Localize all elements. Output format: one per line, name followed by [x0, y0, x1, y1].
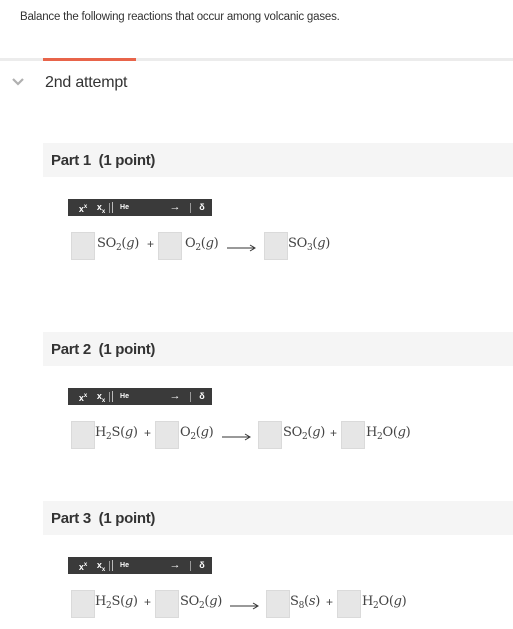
superscript-button[interactable]: xx	[76, 199, 90, 216]
editor-toolbar-1: xx xx He → δ	[68, 199, 212, 216]
species: H2O(g)	[366, 425, 411, 442]
part-3-header: Part 3 (1 point)	[43, 501, 513, 535]
delta-button[interactable]: δ	[196, 199, 208, 216]
editor-toolbar-2: xx xx He → δ	[68, 388, 212, 405]
subscript-button[interactable]: xx	[94, 557, 108, 574]
toolbar-separator	[109, 203, 110, 213]
coefficient-input[interactable]	[155, 590, 179, 618]
species: O2(g)	[185, 236, 219, 253]
attempt-tab-indicator	[43, 58, 136, 61]
species: SO2(g)	[283, 425, 325, 442]
species: S8(s)	[290, 594, 320, 611]
plus-sign: +	[144, 426, 152, 440]
element-button[interactable]: He	[112, 391, 136, 402]
coefficient-input[interactable]	[337, 590, 361, 618]
coefficient-input[interactable]	[71, 232, 95, 260]
coefficient-input[interactable]	[341, 421, 365, 449]
editor-toolbar-3: xx xx He → δ	[68, 557, 212, 574]
page: Balance the following reactions that occ…	[0, 0, 513, 629]
toolbar-separator	[190, 203, 191, 213]
species: H2S(g)	[95, 425, 138, 442]
part-2-header: Part 2 (1 point)	[43, 332, 513, 366]
equation-1: SO2(g) + O2(g) SO3(g)	[0, 230, 513, 264]
species: SO3(g)	[288, 236, 330, 253]
reaction-arrow-icon	[227, 244, 256, 252]
part-3-title: Part 3 (1 point)	[51, 510, 156, 527]
element-button[interactable]: He	[112, 202, 136, 213]
reaction-arrow-icon	[222, 433, 251, 441]
part-2-title: Part 2 (1 point)	[51, 341, 156, 358]
coefficient-input[interactable]	[264, 232, 288, 260]
plus-sign: +	[144, 595, 152, 609]
arrow-button[interactable]: →	[166, 199, 184, 216]
coefficient-input[interactable]	[266, 590, 290, 618]
coefficient-input[interactable]	[258, 421, 282, 449]
coefficient-input[interactable]	[155, 421, 179, 449]
species: H2S(g)	[95, 594, 138, 611]
part-1-header: Part 1 (1 point)	[43, 143, 513, 177]
toolbar-separator	[109, 392, 110, 402]
subscript-button[interactable]: xx	[94, 388, 108, 405]
arrow-button[interactable]: →	[166, 388, 184, 405]
equation-3: H2S(g) + SO2(g) S8(s) + H2O(g)	[0, 588, 513, 622]
delta-button[interactable]: δ	[196, 388, 208, 405]
element-button[interactable]: He	[112, 560, 136, 571]
subscript-button[interactable]: xx	[94, 199, 108, 216]
delta-button[interactable]: δ	[196, 557, 208, 574]
reaction-arrow-icon	[230, 602, 259, 610]
toolbar-separator	[190, 561, 191, 571]
species: O2(g)	[180, 425, 214, 442]
equation-2: H2S(g) + O2(g) SO2(g) + H2O(g)	[0, 419, 513, 453]
question-prompt: Balance the following reactions that occ…	[20, 11, 340, 23]
coefficient-input[interactable]	[158, 232, 182, 260]
plus-sign: +	[147, 237, 155, 251]
chevron-down-icon[interactable]	[11, 76, 25, 88]
coefficient-input[interactable]	[71, 421, 95, 449]
species: SO2(g)	[180, 594, 222, 611]
superscript-button[interactable]: xx	[76, 557, 90, 574]
plus-sign: +	[330, 426, 338, 440]
toolbar-separator	[190, 392, 191, 402]
superscript-button[interactable]: xx	[76, 388, 90, 405]
plus-sign: +	[326, 595, 334, 609]
coefficient-input[interactable]	[71, 590, 95, 618]
species: H2O(g)	[362, 594, 407, 611]
attempt-title[interactable]: 2nd attempt	[45, 74, 128, 92]
toolbar-separator	[109, 561, 110, 571]
part-1-title: Part 1 (1 point)	[51, 152, 156, 169]
species: SO2(g)	[97, 236, 139, 253]
arrow-button[interactable]: →	[166, 557, 184, 574]
